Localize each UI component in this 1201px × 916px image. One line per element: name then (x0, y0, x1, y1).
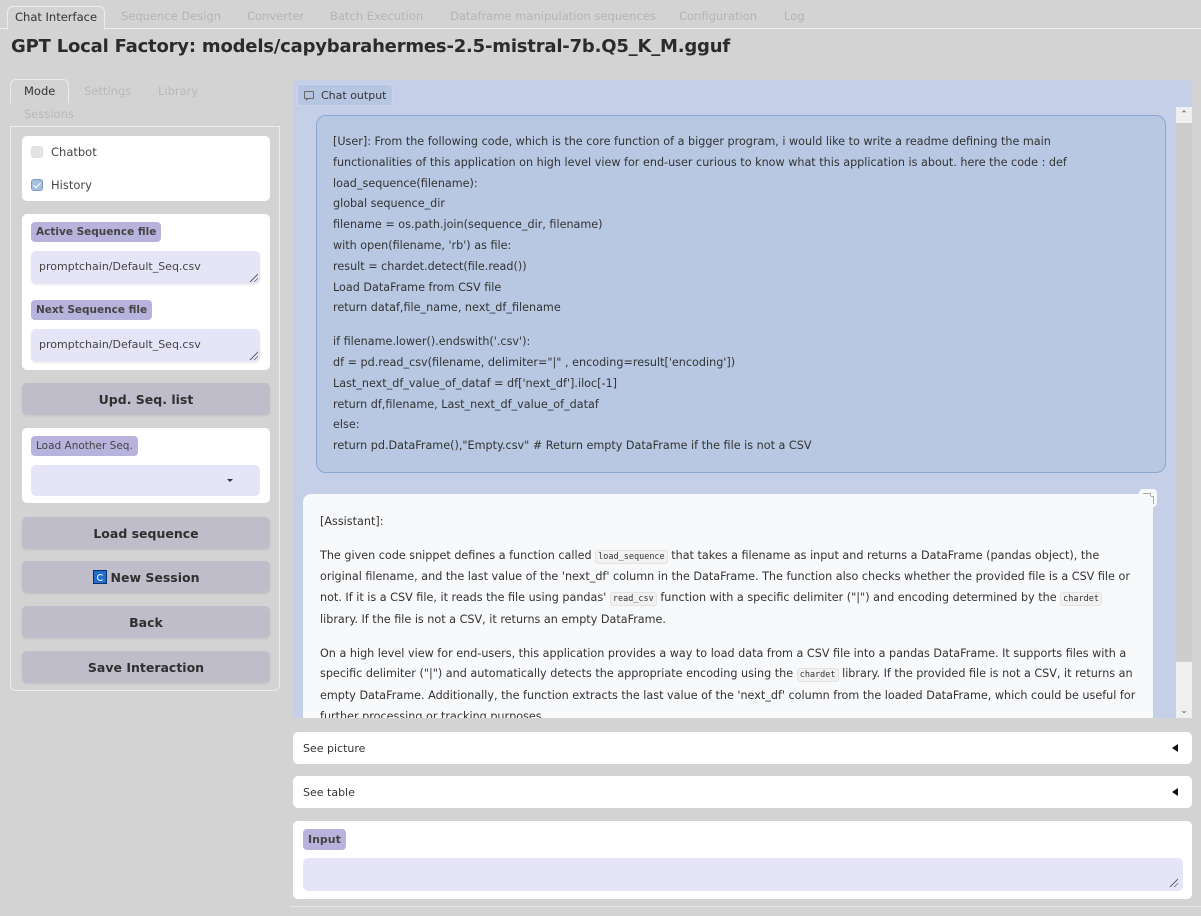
user-message-line: else: (333, 418, 360, 432)
scroll-down-icon[interactable]: ⌄ (1176, 662, 1192, 718)
update-sequence-list-button[interactable]: Upd. Seq. list (22, 383, 270, 415)
new-session-button[interactable]: New Session (22, 561, 270, 593)
chatbot-checkbox[interactable]: Chatbot (31, 145, 97, 159)
history-checkbox-label: History (51, 178, 92, 192)
load-another-card: Load Another Seq. (22, 428, 270, 503)
next-sequence-field[interactable]: promptchain/Default_Seq.csv (31, 329, 260, 362)
tab-converter[interactable]: Converter (240, 6, 311, 29)
see-table-label: See table (303, 785, 355, 799)
user-message: [User]: From the following code, which i… (316, 115, 1166, 473)
chat-output-title: Chat output (321, 88, 387, 102)
divider (290, 906, 1201, 907)
history-checkbox[interactable]: History (31, 178, 92, 192)
user-message-line: global sequence_dir (333, 197, 445, 211)
user-message-line: df = pd.read_csv(filename, delimiter="|"… (333, 355, 736, 369)
caret-left-icon (1172, 744, 1178, 752)
top-tab-bar: Chat Interface Sequence Design Converter… (0, 0, 1201, 30)
left-tab-bar: Mode Settings Library Sessions (10, 79, 280, 123)
assistant-message: [Assistant]: The given code snippet defi… (303, 494, 1153, 718)
user-message-line: Last_next_df_value_of_dataf = df['next_d… (333, 376, 618, 390)
new-session-label: New Session (110, 569, 200, 585)
user-message-line: return pd.DataFrame(),"Empty.csv" # Retu… (333, 439, 812, 453)
chat-output-label: Chat output (297, 84, 394, 106)
mode-checkbox-card: Chatbot History (22, 136, 270, 201)
load-sequence-button[interactable]: Load sequence (22, 517, 270, 549)
scroll-up-icon[interactable]: ⌃ (1176, 107, 1192, 123)
user-message-line: functionalities of this application on h… (333, 155, 1067, 169)
user-message-line: if filename.lower().endswith('.csv'): (333, 335, 531, 349)
user-message-line: [User]: From the following code, which i… (333, 135, 1051, 148)
tab-configuration[interactable]: Configuration (672, 6, 764, 29)
resize-handle-icon[interactable] (248, 272, 258, 282)
input-card: Input (293, 821, 1192, 899)
tab-sessions[interactable]: Sessions (24, 107, 74, 121)
resize-handle-icon[interactable] (248, 350, 258, 360)
inline-code: load_sequence (595, 549, 668, 564)
chat-scroll-area[interactable]: [User]: From the following code, which i… (293, 107, 1178, 718)
see-table-accordion[interactable]: See table (293, 776, 1192, 808)
tab-sequence-design[interactable]: Sequence Design (114, 6, 228, 29)
see-picture-label: See picture (303, 741, 366, 755)
assistant-role-label: [Assistant]: (320, 515, 384, 528)
load-another-label: Load Another Seq. (31, 436, 138, 456)
active-sequence-value: promptchain/Default_Seq.csv (39, 260, 201, 273)
chat-bubble-icon (304, 91, 314, 101)
history-checkbox-box[interactable] (31, 179, 43, 191)
user-message-line: Load DataFrame from CSV file (333, 280, 502, 294)
assistant-paragraph: The given code snippet defines a functio… (320, 548, 1130, 626)
mode-panel: Chatbot History Active Sequence file pro… (10, 126, 280, 691)
user-message-line: load_sequence(filename): (333, 176, 478, 190)
refresh-icon (92, 570, 107, 584)
tab-dataframe-manipulation[interactable]: Dataframe manipulation sequences (443, 6, 663, 29)
assistant-paragraph: On a high level view for end-users, this… (320, 646, 1136, 718)
inline-code: chardet (1060, 592, 1102, 607)
tab-batch-execution[interactable]: Batch Execution (323, 6, 430, 29)
see-picture-accordion[interactable]: See picture (293, 732, 1192, 764)
tab-mode[interactable]: Mode (10, 79, 70, 103)
inline-code: read_csv (609, 592, 657, 607)
chatbot-checkbox-box[interactable] (31, 146, 43, 158)
active-sequence-field[interactable]: promptchain/Default_Seq.csv (31, 251, 260, 284)
next-sequence-label: Next Sequence file (31, 300, 153, 320)
user-message-line: return dataf,file_name, next_df_filename (333, 301, 561, 315)
next-sequence-value: promptchain/Default_Seq.csv (39, 338, 201, 351)
active-sequence-label: Active Sequence file (31, 222, 162, 242)
inline-code: chardet (796, 668, 839, 683)
user-message-line: result = chardet.detect(file.read()) (333, 259, 527, 273)
page-title: GPT Local Factory: models/capybarahermes… (11, 36, 730, 57)
chatbot-checkbox-label: Chatbot (51, 145, 97, 159)
chevron-down-icon (227, 479, 233, 482)
user-message-line: with open(filename, 'rb') as file: (333, 238, 512, 252)
scrollbar-thumb[interactable] (1176, 123, 1192, 661)
input-label: Input (303, 829, 346, 850)
save-interaction-button[interactable]: Save Interaction (22, 651, 270, 683)
tab-log[interactable]: Log (777, 6, 812, 29)
tab-chat-interface[interactable]: Chat Interface (7, 6, 106, 30)
user-message-line: return df,filename, Last_next_df_value_o… (333, 397, 599, 411)
user-message-line: filename = os.path.join(sequence_dir, fi… (333, 218, 603, 232)
input-textarea[interactable] (303, 858, 1183, 891)
back-button[interactable]: Back (22, 606, 270, 638)
sequence-files-card: Active Sequence file promptchain/Default… (22, 214, 270, 370)
tab-settings[interactable]: Settings (84, 84, 131, 98)
chat-scrollbar[interactable]: ⌃ ⌄ (1176, 107, 1192, 718)
tab-library[interactable]: Library (158, 84, 198, 98)
chat-output-panel: Chat output [User]: From the following c… (293, 80, 1192, 718)
caret-left-icon (1172, 788, 1178, 796)
load-another-dropdown[interactable] (31, 465, 260, 496)
